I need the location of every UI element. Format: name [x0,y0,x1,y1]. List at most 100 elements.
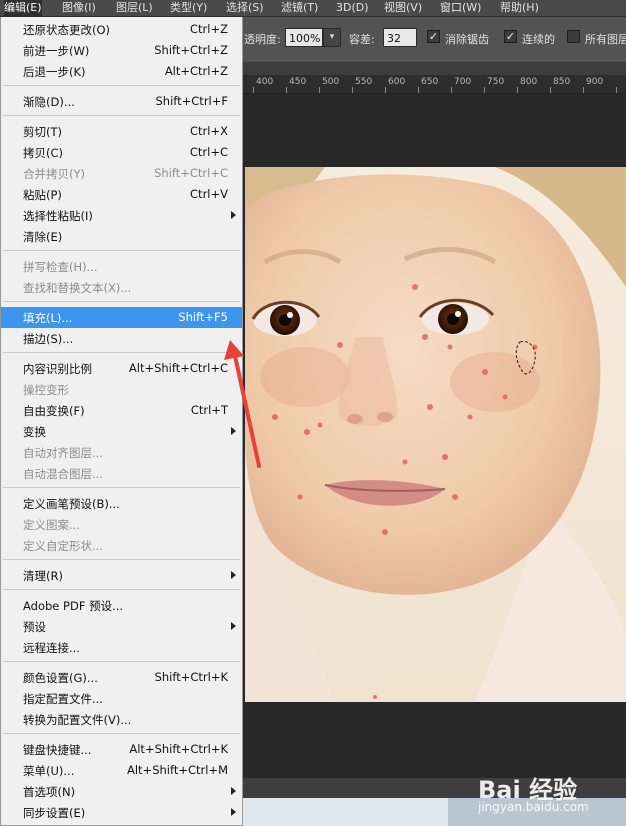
menu-select[interactable]: 选择(S) [226,0,264,16]
menu-item-clear[interactable]: 清除(E) [1,226,242,247]
menu-bar: 编辑(E) 图像(I) 图层(L) 类型(Y) 选择(S) 滤镜(T) 3D(D… [0,0,626,17]
opacity-label: 透明度: [244,33,281,46]
ruler-tick: 500 [322,77,340,87]
menu-item-paste[interactable]: 粘贴(P) Ctrl+V [1,184,242,205]
menu-item-fill[interactable]: 填充(L)... Shift+F5 [1,307,242,328]
menu-window[interactable]: 窗口(W) [440,0,481,16]
menu-item-pdf-presets[interactable]: Adobe PDF 预设... [1,595,242,616]
ruler-tick: 600 [388,77,406,87]
menu-item-define-brush[interactable]: 定义画笔预设(B)... [1,493,242,514]
menu-item-presets[interactable]: 预设 [1,616,242,637]
all-layers-checkbox[interactable] [567,30,580,43]
submenu-arrow-icon [231,571,236,579]
menu-item-label: 定义画笔预设(B)... [23,497,120,511]
menu-edit[interactable]: 编辑(E) [4,0,42,16]
menu-item-content-aware-scale[interactable]: 内容识别比例 Alt+Shift+Ctrl+C [1,358,242,379]
menu-layer[interactable]: 图层(L) [116,0,153,16]
tolerance-field[interactable]: 32 [383,28,417,47]
red-arrow-annotation-icon [224,340,261,468]
tolerance-label: 容差: [349,33,375,46]
menu-view[interactable]: 视图(V) [384,0,422,16]
menu-item-label: 还原状态更改(O) [23,23,111,37]
menu-item-label: 合并拷贝(Y) [23,167,85,181]
menu-type[interactable]: 类型(Y) [170,0,207,16]
menu-item-label: 变换 [23,425,46,439]
menu-item-label: 渐隐(D)... [23,95,75,109]
menu-item-spell-check: 拼写检查(H)... [1,256,242,277]
menu-item-auto-blend-layers: 自动混合图层... [1,463,242,484]
menu-item-stroke[interactable]: 描边(S)... [1,328,242,349]
menu-item-color-settings[interactable]: 颜色设置(G)... Shift+Ctrl+K [1,667,242,688]
menu-item-step-backward[interactable]: 后退一步(K) Alt+Ctrl+Z [1,61,242,82]
edit-menu-dropdown: 还原状态更改(O) Ctrl+Z 前进一步(W) Shift+Ctrl+Z 后退一步… [0,17,243,826]
menu-item-assign-profile[interactable]: 指定配置文件... [1,688,242,709]
menu-item-label: 定义自定形状... [23,539,103,553]
menu-item-label: 操控变形 [23,383,69,397]
horizontal-ruler: 400 450 500 550 600 650 700 750 800 850 … [243,75,626,94]
menu-item-label: 剪切(T) [23,125,62,139]
contiguous-label: 连续的 [522,33,555,46]
menu-item-shortcut: Shift+Ctrl+K [154,670,228,684]
menu-item-label: 颜色设置(G)... [23,671,98,685]
menu-separator [3,661,240,662]
menu-item-remote-connections[interactable]: 远程连接... [1,637,242,658]
menu-item-label: 自动混合图层... [23,467,103,481]
menu-help[interactable]: 帮助(H) [500,0,539,16]
menu-item-undo[interactable]: 还原状态更改(O) Ctrl+Z [1,19,242,40]
menu-item-fade[interactable]: 渐隐(D)... Shift+Ctrl+F [1,91,242,112]
ruler-tick: 400 [256,77,274,87]
menu-item-shortcut: Shift+Ctrl+Z [154,43,228,57]
contiguous-checkbox[interactable]: ✓ [504,30,517,43]
menu-item-auto-align-layers: 自动对齐图层... [1,442,242,463]
antialias-label: 消除锯齿 [445,33,489,46]
menu-item-label: 描边(S)... [23,332,74,346]
menu-item-label: 粘贴(P) [23,188,62,202]
menu-item-free-transform[interactable]: 自由变换(F) Ctrl+T [1,400,242,421]
menu-separator [3,250,240,251]
menu-item-define-custom-shape: 定义自定形状... [1,535,242,556]
menu-item-copy[interactable]: 拷贝(C) Ctrl+C [1,142,242,163]
menu-3d[interactable]: 3D(D) [336,0,369,16]
submenu-arrow-icon [231,787,236,795]
menu-item-cut[interactable]: 剪切(T) Ctrl+X [1,121,242,142]
menu-item-menus[interactable]: 菜单(U)... Alt+Shift+Ctrl+M [1,760,242,781]
menu-item-label: 后退一步(K) [23,65,86,79]
menu-item-transform[interactable]: 变换 [1,421,242,442]
menu-item-paste-special[interactable]: 选择性粘贴(I) [1,205,242,226]
menu-item-label: 前进一步(W) [23,44,90,58]
menu-item-step-forward[interactable]: 前进一步(W) Shift+Ctrl+Z [1,40,242,61]
menu-item-label: 菜单(U)... [23,764,75,778]
opacity-dropdown-icon[interactable]: ▾ [323,28,341,47]
menu-filter[interactable]: 滤镜(T) [281,0,318,16]
canvas-photo[interactable] [245,167,626,702]
menu-item-label: Adobe PDF 预设... [23,599,124,613]
menu-item-label: 清理(R) [23,569,63,583]
menu-item-shortcut: Alt+Ctrl+Z [164,64,228,78]
menu-separator [3,589,240,590]
menu-item-shortcut: Ctrl+Z [190,22,228,36]
menu-separator [3,115,240,116]
menu-item-label: 远程连接... [23,641,80,655]
menu-item-copy-merged: 合并拷贝(Y) Shift+Ctrl+C [1,163,242,184]
menu-item-shortcut: Alt+Shift+Ctrl+K [129,742,228,756]
child-portrait-image [245,167,626,702]
opacity-field[interactable]: 100% [285,28,323,47]
menu-item-keyboard-shortcuts[interactable]: 键盘快捷键... Alt+Shift+Ctrl+K [1,739,242,760]
menu-item-label: 查找和替换文本(X)... [23,281,132,295]
menu-item-preferences[interactable]: 首选项(N) [1,781,242,802]
menu-item-purge[interactable]: 清理(R) [1,565,242,586]
antialias-checkbox[interactable]: ✓ [427,30,440,43]
ruler-tick: 450 [289,77,307,87]
menu-item-label: 清除(E) [23,230,63,244]
menu-item-label: 选择性粘贴(I) [23,209,93,223]
menu-item-sync-settings[interactable]: 同步设置(E) [1,802,242,823]
watermark-url: jingyan.baidu.com [478,800,589,814]
ruler-tick: 800 [520,77,538,87]
menu-separator [3,733,240,734]
menu-item-label: 转换为配置文件(V)... [23,713,132,727]
menu-image[interactable]: 图像(I) [62,0,96,16]
document-tab-strip [243,63,626,75]
menu-item-convert-to-profile[interactable]: 转换为配置文件(V)... [1,709,242,730]
ruler-tick: 700 [454,77,472,87]
menu-item-shortcut: Shift+F5 [178,310,228,324]
